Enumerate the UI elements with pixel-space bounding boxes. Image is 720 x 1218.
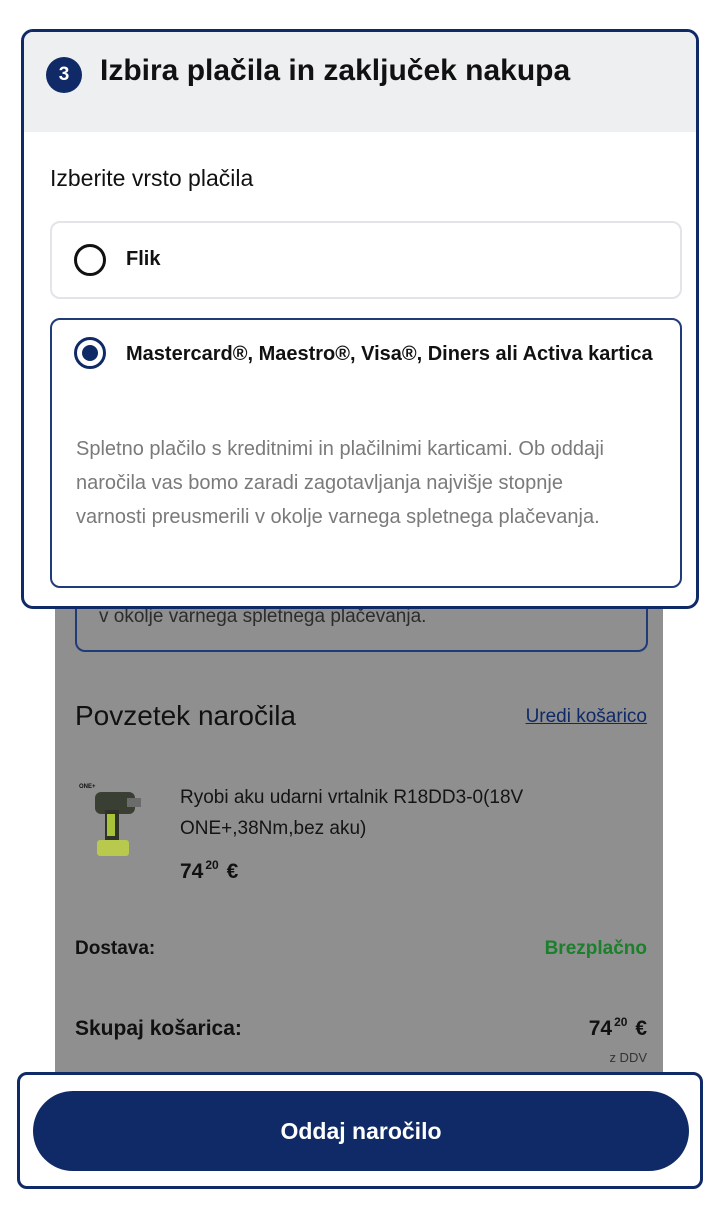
product-image: ONE+ <box>79 784 141 856</box>
vat-note: z DDV <box>609 1050 647 1065</box>
radio-selected-icon[interactable] <box>74 337 106 369</box>
product-price: 74 20 € <box>180 858 239 883</box>
product-name: Ryobi aku udarni vrtalnik R18DD3-0(18V O… <box>180 787 524 839</box>
place-order-frame: Oddaj naročilo <box>17 1072 703 1189</box>
edit-cart-link[interactable]: Uredi košarico <box>526 706 647 728</box>
payment-option-card-label: Mastercard®, Maestro®, Visa®, Diners ali… <box>126 343 653 365</box>
step-number-badge: 3 <box>46 57 82 93</box>
payment-option-flik-label: Flik <box>126 248 161 270</box>
cart-total-label: Skupaj košarica: <box>75 1017 242 1040</box>
dimmed-page-background: v okolje varnega spletnega plačevanja. P… <box>55 560 663 1100</box>
cart-total-value: 74 20 € <box>588 1015 647 1040</box>
payment-type-label: Izberite vrsto plačila <box>50 165 254 191</box>
radio-unselected-icon[interactable] <box>74 244 106 276</box>
background-option-text: v okolje varnega spletnega plačevanja. <box>99 606 427 627</box>
product-image-badge: ONE+ <box>79 784 96 790</box>
shipping-value: Brezplačno <box>544 938 647 959</box>
payment-option-card[interactable]: Mastercard®, Maestro®, Visa®, Diners ali… <box>50 318 682 588</box>
order-summary-title: Povzetek naročila <box>75 700 297 731</box>
payment-option-flik[interactable]: Flik <box>50 221 682 299</box>
payment-section-card: 3 Izbira plačila in zaključek nakupa Izb… <box>21 29 699 609</box>
payment-option-card-description: Spletno plačilo s kreditnimi in plačilni… <box>76 438 604 528</box>
shipping-label: Dostava: <box>75 938 156 959</box>
payment-section-title: Izbira plačila in zaključek nakupa <box>100 54 571 87</box>
place-order-button[interactable]: Oddaj naročilo <box>33 1091 689 1171</box>
payment-section-header: 3 Izbira plačila in zaključek nakupa <box>24 32 696 132</box>
